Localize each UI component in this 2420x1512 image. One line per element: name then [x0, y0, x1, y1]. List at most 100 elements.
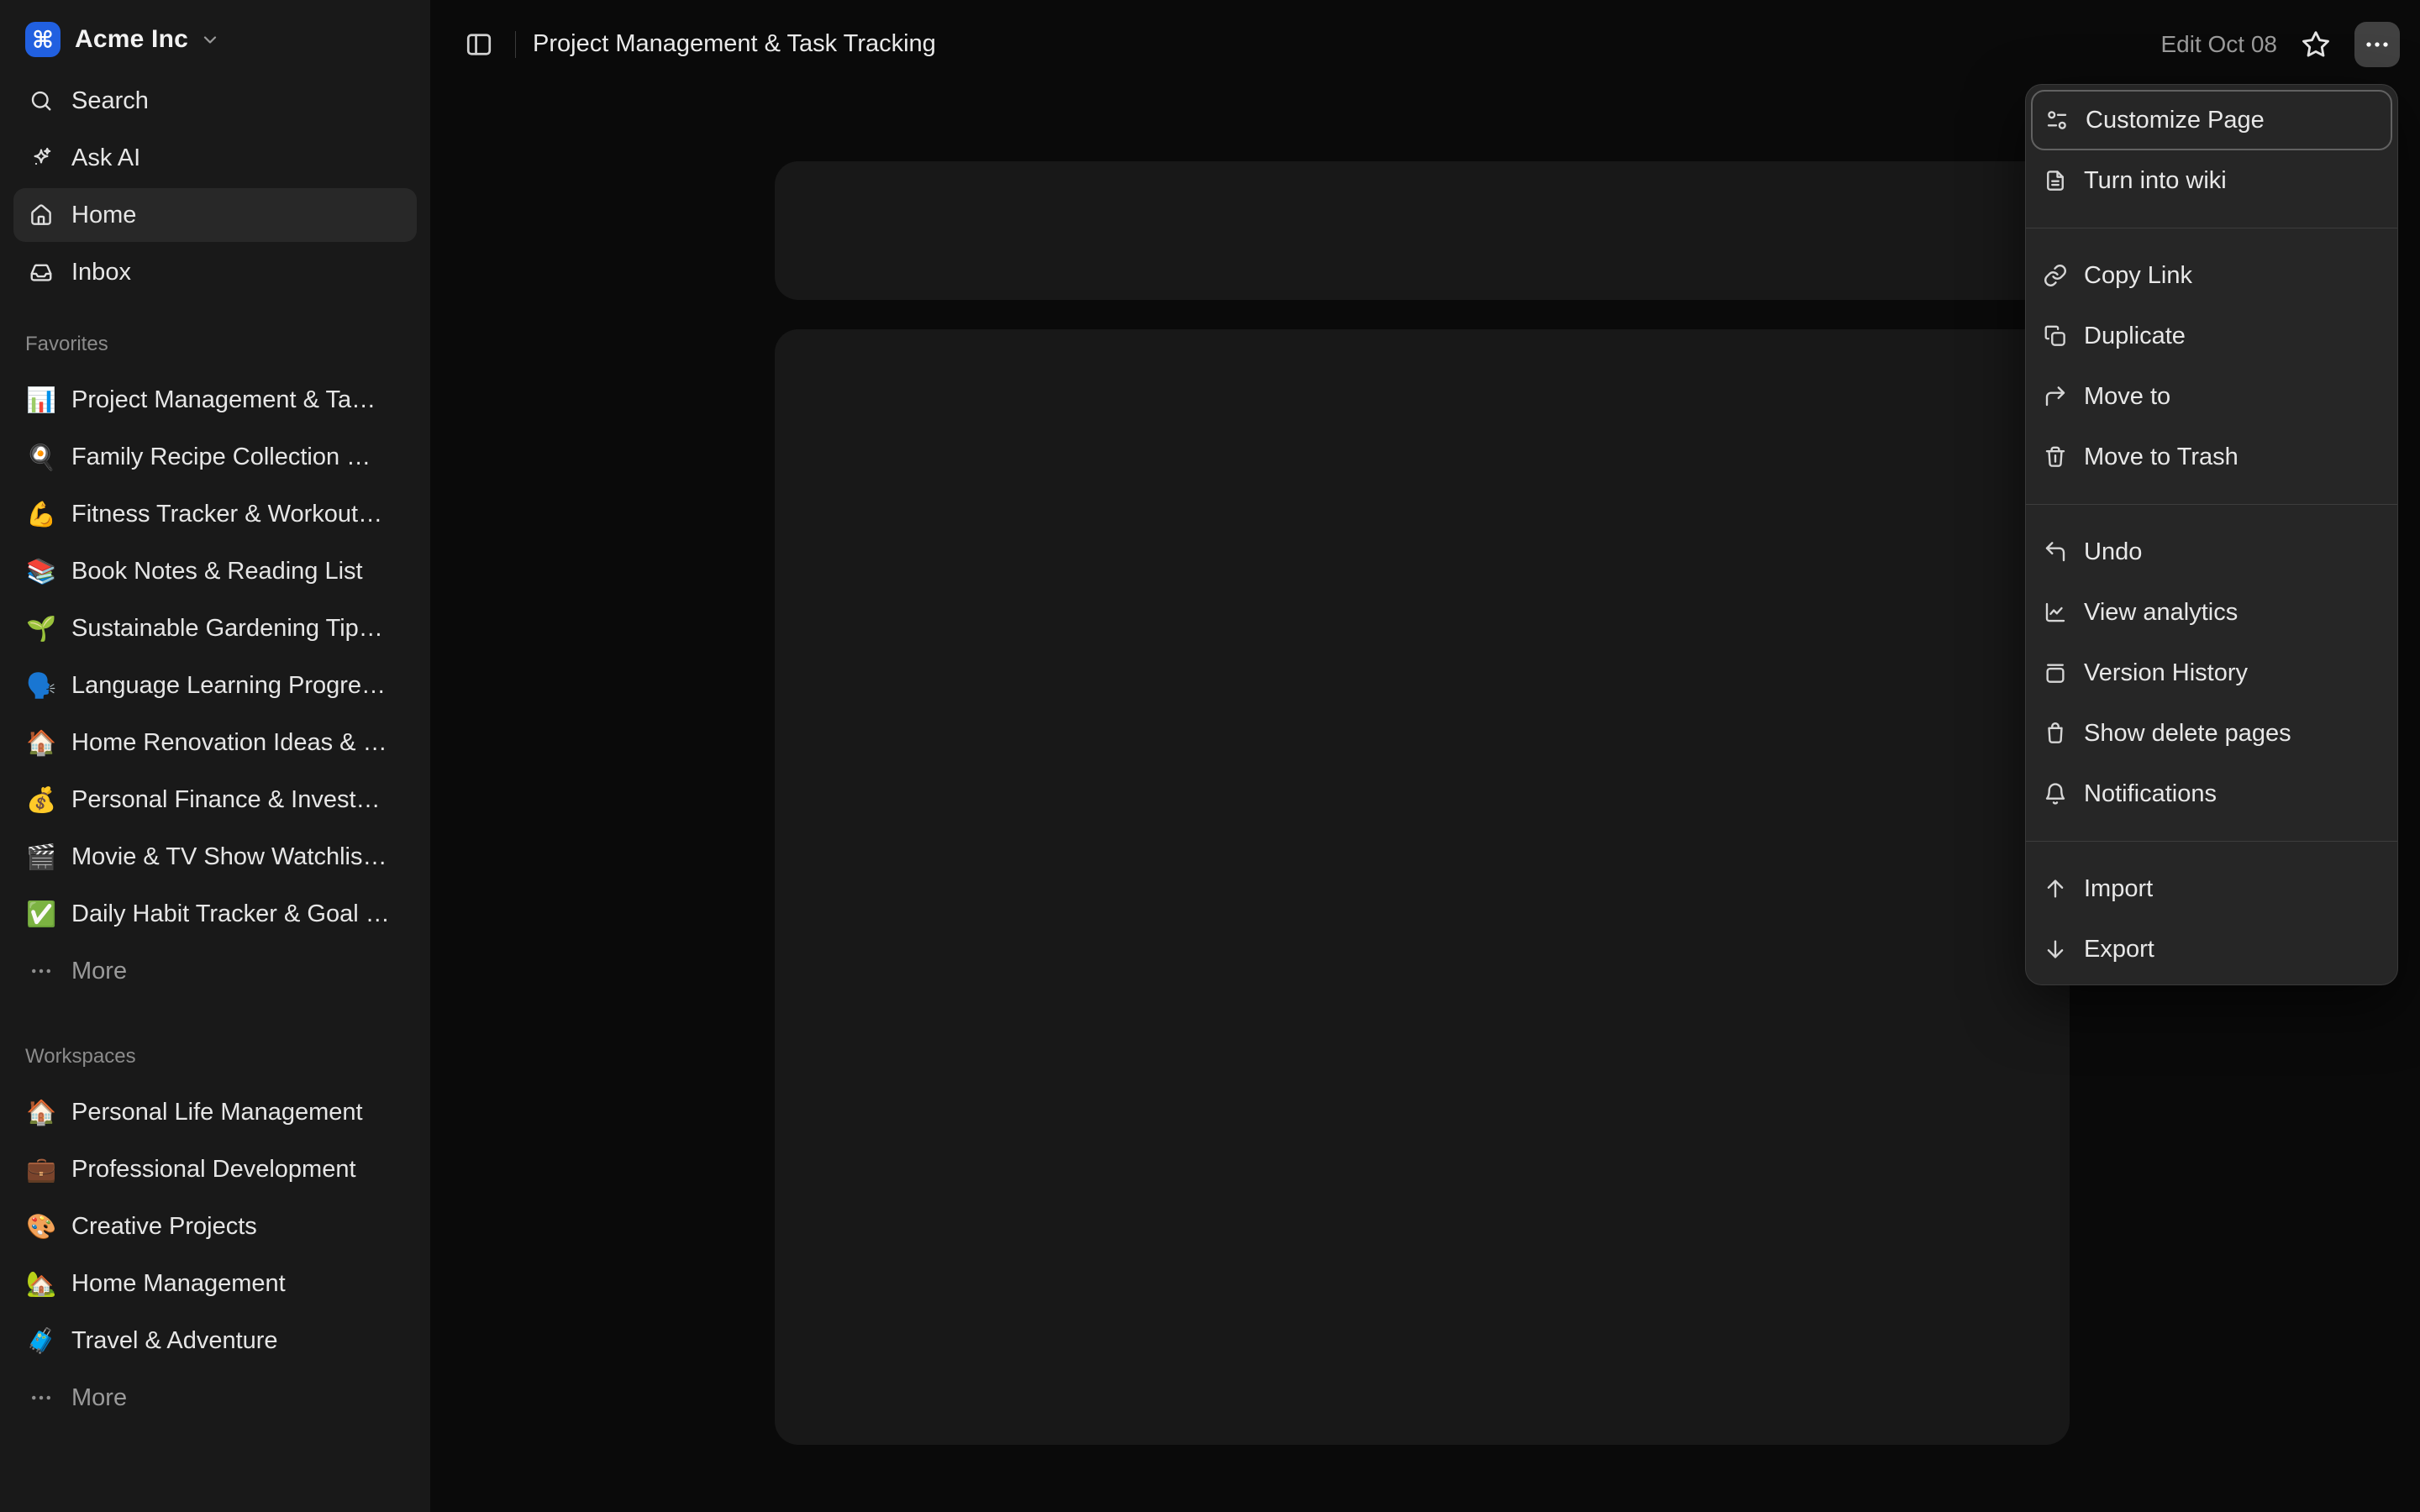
workspace-title-label: Personal Life Management — [71, 1099, 363, 1126]
topbar-divider — [515, 31, 516, 58]
file-text-icon — [2041, 168, 2070, 193]
topbar-actions: Edit Oct 08 — [2160, 22, 2400, 67]
menu-item-label: Notifications — [2084, 780, 2217, 808]
sidebar-item-page[interactable]: ✅ Daily Habit Tracker & Goal … — [13, 887, 417, 941]
menu-item-duplicate[interactable]: Duplicate — [2031, 306, 2392, 366]
palette-emoji-icon: 🎨 — [25, 1212, 57, 1242]
page-title-label: Personal Finance & Invest… — [71, 786, 381, 814]
page-title-label: Sustainable Gardening Tip… — [71, 615, 383, 643]
favorite-star-button[interactable] — [2299, 28, 2333, 61]
menu-item-turn-into-wiki[interactable]: Turn into wiki — [2031, 150, 2392, 211]
seedling-emoji-icon: 🌱 — [25, 614, 57, 643]
workspace-title-label: Creative Projects — [71, 1213, 257, 1241]
workspaces-section-label: Workspaces — [25, 1045, 405, 1068]
house-emoji-icon: 🏠 — [25, 728, 57, 758]
workspaces-more-button[interactable]: More — [13, 1371, 417, 1425]
menu-divider — [2026, 841, 2397, 842]
topbar: Project Management & Task Tracking Edit … — [430, 0, 2420, 88]
page-options-menu: Customize Page Turn into wiki Copy Link … — [2025, 84, 2398, 985]
briefcase-emoji-icon: 💼 — [25, 1155, 57, 1184]
sidebar-item-page[interactable]: 💰 Personal Finance & Invest… — [13, 773, 417, 827]
workspace-switcher[interactable]: ⌘ Acme Inc — [25, 22, 410, 57]
house-garden-emoji-icon: 🏡 — [25, 1269, 57, 1299]
sidebar-item-home[interactable]: Home — [13, 188, 417, 242]
last-edited-label: Edit Oct 08 — [2160, 31, 2277, 58]
sidebar-item-page[interactable]: 🏠 Home Renovation Ideas & … — [13, 716, 417, 769]
workspace-title-label: Home Management — [71, 1270, 286, 1298]
sidebar-item-page[interactable]: 📊 Project Management & Ta… — [13, 373, 417, 427]
version-history-icon — [2041, 660, 2070, 685]
sidebar-item-workspace[interactable]: 💼 Professional Development — [13, 1142, 417, 1196]
sidebar-item-ask-ai[interactable]: Ask AI — [13, 131, 417, 185]
money-bag-emoji-icon: 💰 — [25, 785, 57, 815]
arrow-down-icon — [2041, 937, 2070, 962]
page-title-label: Movie & TV Show Watchlis… — [71, 843, 387, 871]
sidebar-item-workspace[interactable]: 🏡 Home Management — [13, 1257, 417, 1310]
favorites-list: 📊 Project Management & Ta… 🍳 Family Reci… — [0, 373, 430, 998]
page-title-label: Book Notes & Reading List — [71, 558, 363, 585]
speaking-head-emoji-icon: 🗣️ — [25, 671, 57, 701]
page-options-button[interactable] — [2354, 22, 2400, 67]
sidebar-item-inbox[interactable]: Inbox — [13, 245, 417, 299]
menu-divider — [2026, 504, 2397, 505]
sidebar-item-label: Inbox — [71, 259, 131, 286]
menu-item-copy-link[interactable]: Copy Link — [2031, 245, 2392, 306]
bar-chart-emoji-icon: 📊 — [25, 386, 57, 415]
page-title-label: Home Renovation Ideas & … — [71, 729, 387, 757]
app: { "workspace": { "logo_glyph": "⌘", "nam… — [0, 0, 2420, 1512]
sidebar-item-page[interactable]: 🎬 Movie & TV Show Watchlis… — [13, 830, 417, 884]
menu-item-show-delete-pages[interactable]: Show delete pages — [2031, 703, 2392, 764]
workspace-title-label: Professional Development — [71, 1156, 356, 1184]
page-title: Project Management & Task Tracking — [533, 30, 936, 58]
menu-item-version-history[interactable]: Version History — [2031, 643, 2392, 703]
sidebar-item-workspace[interactable]: 🏠 Personal Life Management — [13, 1085, 417, 1139]
house-emoji-icon: 🏠 — [25, 1098, 57, 1127]
page-title-label: Daily Habit Tracker & Goal … — [71, 900, 390, 928]
menu-item-notifications[interactable]: Notifications — [2031, 764, 2392, 824]
clapper-emoji-icon: 🎬 — [25, 843, 57, 872]
sidebar-item-workspace[interactable]: 🎨 Creative Projects — [13, 1200, 417, 1253]
corner-up-right-icon — [2041, 384, 2070, 409]
menu-item-export[interactable]: Export — [2031, 919, 2392, 979]
sidebar-toggle-button[interactable] — [456, 22, 502, 67]
menu-item-label: Copy Link — [2084, 262, 2192, 290]
sidebar-item-page[interactable]: 🌱 Sustainable Gardening Tip… — [13, 601, 417, 655]
copy-icon — [2041, 323, 2070, 349]
menu-item-move-to-trash[interactable]: Move to Trash — [2031, 427, 2392, 487]
menu-item-move-to[interactable]: Move to — [2031, 366, 2392, 427]
sidebar-item-page[interactable]: 🗣️ Language Learning Progre… — [13, 659, 417, 712]
sidebar-item-page[interactable]: 🍳 Family Recipe Collection … — [13, 430, 417, 484]
trash-icon — [2041, 444, 2070, 470]
home-icon — [25, 202, 57, 228]
ellipsis-icon — [2364, 31, 2391, 58]
sidebar-item-page[interactable]: 💪 Fitness Tracker & Workout… — [13, 487, 417, 541]
chart-line-icon — [2041, 600, 2070, 625]
trash-icon — [2041, 721, 2070, 746]
search-icon — [25, 88, 57, 113]
link-icon — [2041, 263, 2070, 288]
sidebar-item-search[interactable]: Search — [13, 74, 417, 128]
more-label: More — [71, 958, 127, 985]
cooking-emoji-icon: 🍳 — [25, 443, 57, 472]
sidebar-nav: Search Ask AI Home Inbox — [0, 74, 430, 299]
menu-item-customize-page[interactable]: Customize Page — [2031, 90, 2392, 150]
panel-left-icon — [464, 29, 494, 60]
sidebar-item-workspace[interactable]: 🧳 Travel & Adventure — [13, 1314, 417, 1368]
menu-item-label: Move to — [2084, 383, 2170, 411]
page-title-label: Language Learning Progre… — [71, 672, 386, 700]
sidebar-item-page[interactable]: 📚 Book Notes & Reading List — [13, 544, 417, 598]
content-card-header — [775, 161, 2070, 300]
sidebar: ⌘ Acme Inc Search Ask AI Home — [0, 0, 430, 1512]
menu-item-label: Show delete pages — [2084, 720, 2291, 748]
menu-item-label: Undo — [2084, 538, 2142, 566]
favorites-more-button[interactable]: More — [13, 944, 417, 998]
workspaces-list: 🏠 Personal Life Management 💼 Professiona… — [0, 1085, 430, 1425]
sliders-icon — [2043, 108, 2071, 133]
menu-item-label: Version History — [2084, 659, 2248, 687]
menu-item-label: Customize Page — [2086, 107, 2265, 134]
page-title-label: Fitness Tracker & Workout… — [71, 501, 382, 528]
menu-item-undo[interactable]: Undo — [2031, 522, 2392, 582]
ellipsis-icon — [25, 959, 57, 983]
menu-item-view-analytics[interactable]: View analytics — [2031, 582, 2392, 643]
menu-item-import[interactable]: Import — [2031, 858, 2392, 919]
